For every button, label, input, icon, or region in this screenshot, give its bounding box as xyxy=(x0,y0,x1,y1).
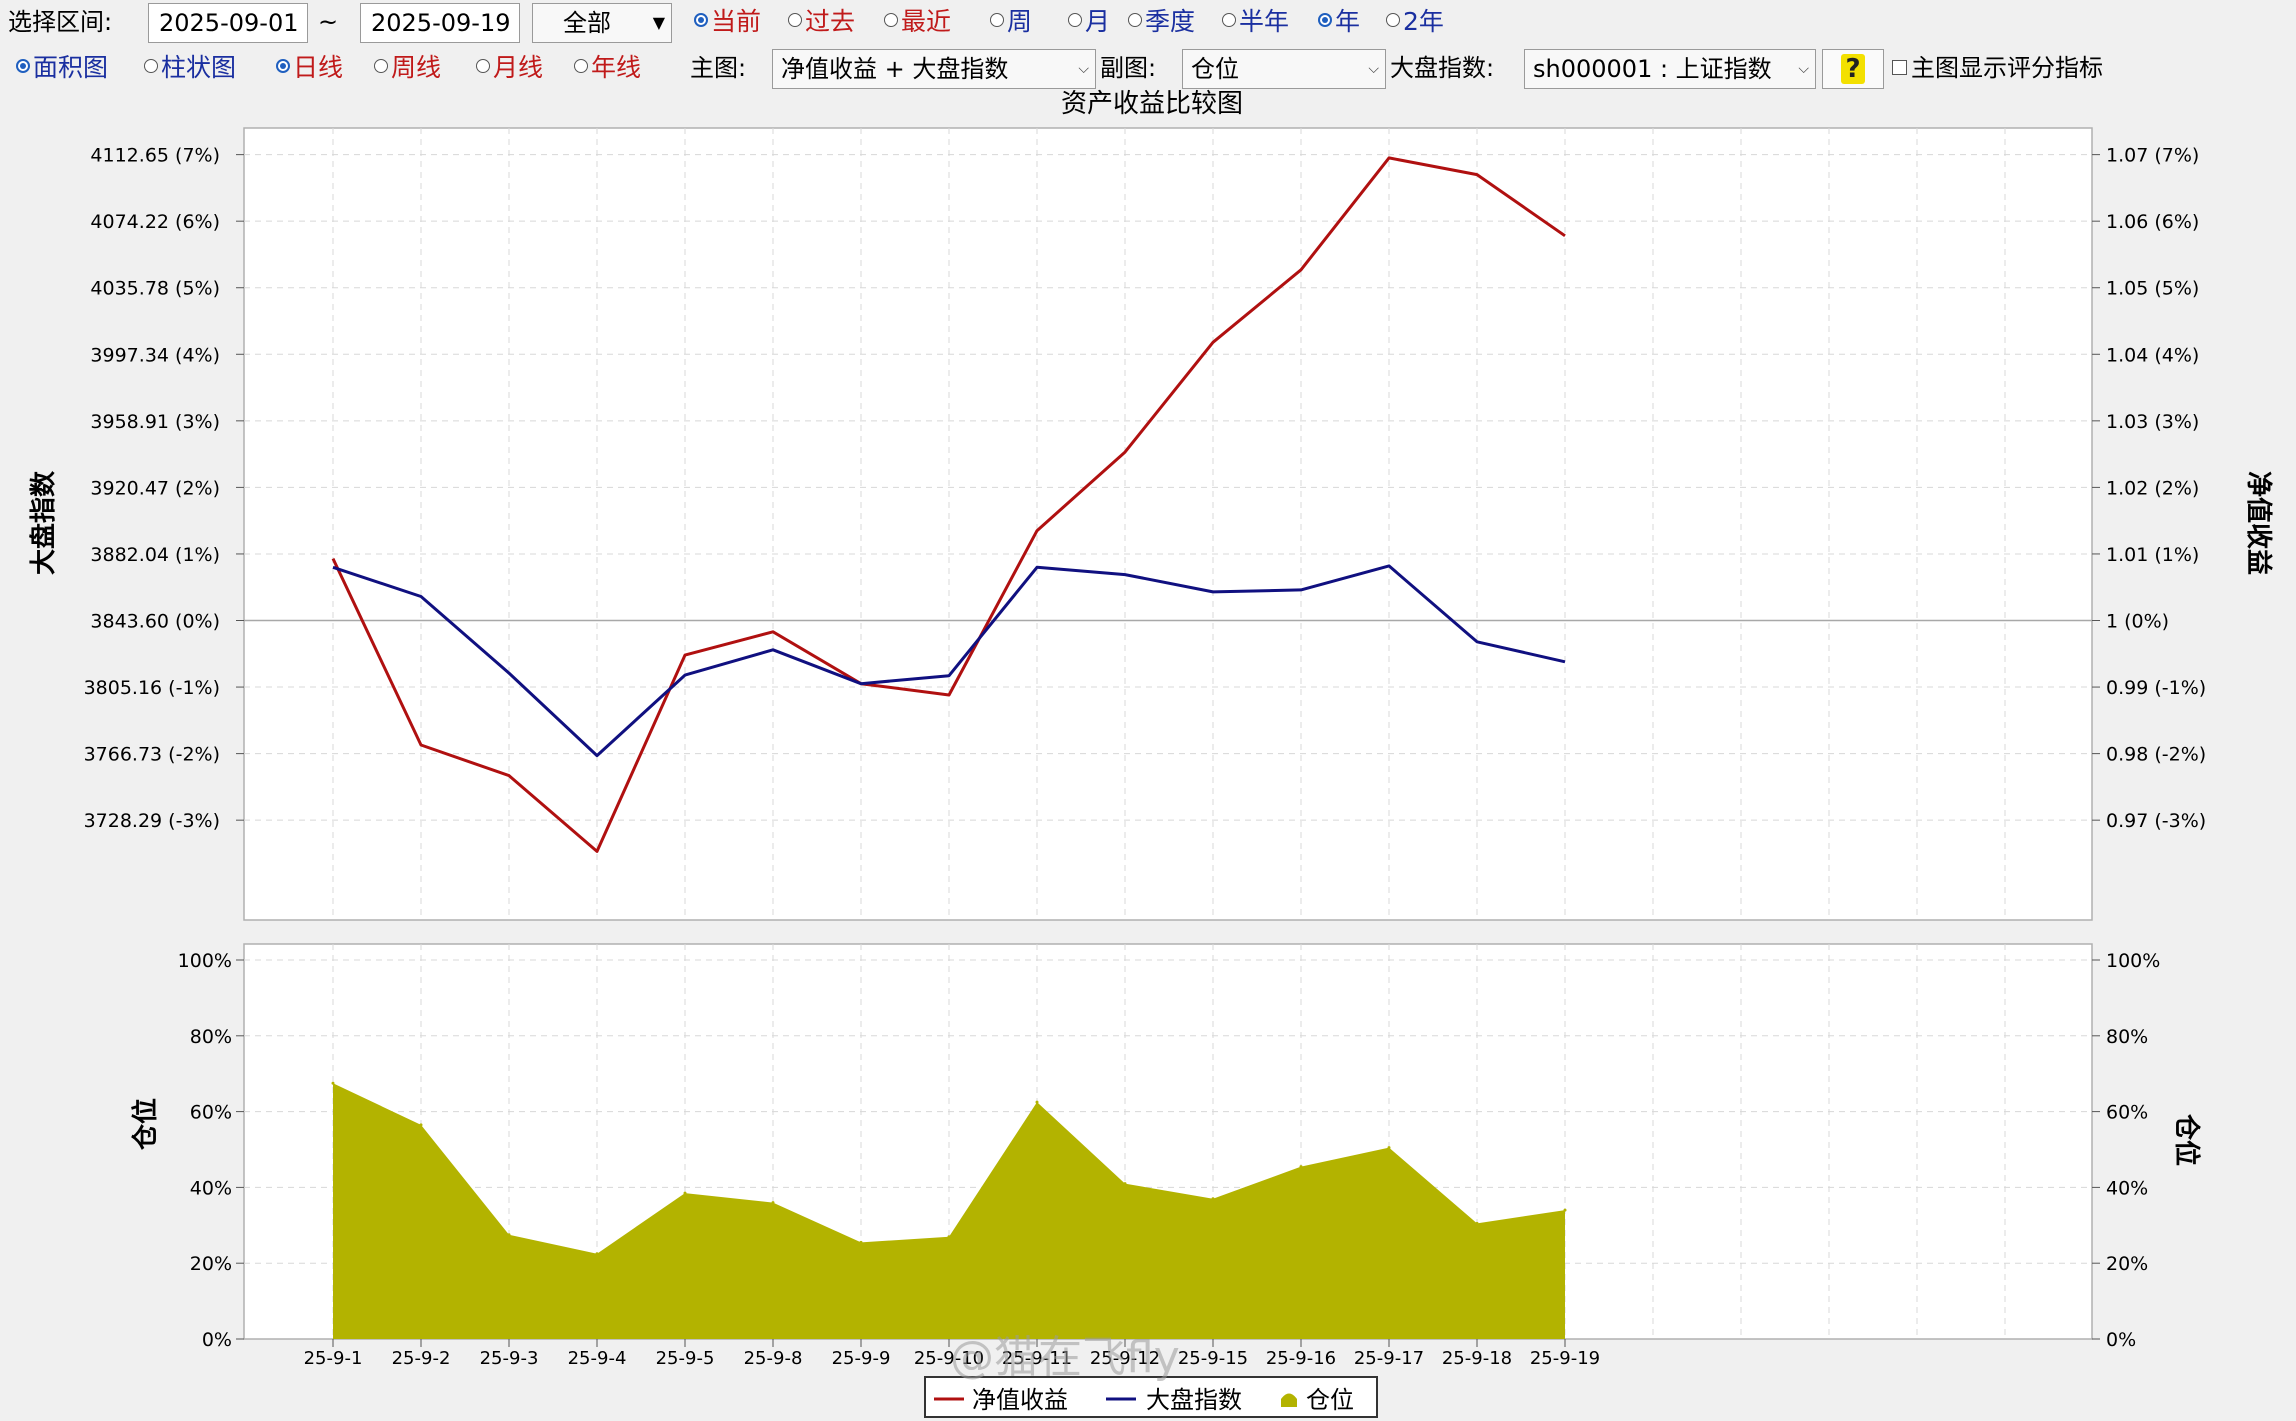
x-tick-label: 25-9-4 xyxy=(568,1348,627,1369)
position-point xyxy=(595,1252,599,1256)
position-point xyxy=(771,1201,775,1205)
position-point xyxy=(331,1081,335,1085)
position-right-tick-label: 60% xyxy=(2106,1102,2148,1124)
main-left-tick-label: 3766.73 (-2%) xyxy=(84,744,220,766)
position-point xyxy=(1387,1146,1391,1150)
main-right-tick-label: 0.99 (-1%) xyxy=(2106,677,2206,699)
main-right-tick-label: 1.05 (5%) xyxy=(2106,278,2199,300)
legend-label-position: 仓位 xyxy=(1306,1386,1354,1414)
x-tick-label: 25-9-5 xyxy=(656,1348,715,1369)
main-left-tick-label: 3882.04 (1%) xyxy=(90,544,220,566)
position-point xyxy=(1563,1208,1567,1212)
x-tick-label: 25-9-3 xyxy=(480,1348,539,1369)
position-point xyxy=(419,1123,423,1127)
x-tick-label: 25-9-18 xyxy=(1442,1348,1512,1369)
position-point xyxy=(1035,1100,1039,1104)
x-tick-label: 25-9-15 xyxy=(1178,1348,1248,1369)
position-left-axis-title: 仓位 xyxy=(130,1098,161,1151)
position-plot-panel: 0% 0% 20% 20% 40% 40% 60% 60% 80% 80% 100% 100% xyxy=(178,943,2160,1351)
position-right-tick-label: 80% xyxy=(2106,1026,2148,1048)
main-left-tick-label: 3728.29 (-3%) xyxy=(84,810,220,832)
x-tick-label: 25-9-9 xyxy=(832,1348,891,1369)
x-tick-label: 25-9-16 xyxy=(1266,1348,1336,1369)
x-tick-label: 25-9-1 xyxy=(304,1348,363,1369)
position-right-tick-label: 100% xyxy=(2106,950,2160,972)
main-right-tick-label: 1.01 (1%) xyxy=(2106,544,2199,566)
position-point xyxy=(507,1233,511,1237)
x-tick-label: 25-9-2 xyxy=(392,1348,451,1369)
main-right-tick-label: 1 (0%) xyxy=(2106,611,2169,633)
main-right-axis-ticks: 1.07 (7%) 1.06 (6%) 1.05 (5%) 1.04 (4%) 1.03… xyxy=(2092,145,2206,832)
main-left-tick-label: 4112.65 (7%) xyxy=(90,145,220,167)
chart-legend: 净值收益 大盘指数 仓位 xyxy=(924,1376,1378,1418)
main-right-tick-label: 1.06 (6%) xyxy=(2106,211,2199,233)
x-tick-label: 25-9-19 xyxy=(1530,1348,1600,1369)
position-left-tick-label: 100% xyxy=(178,950,232,972)
main-right-tick-label: 0.98 (-2%) xyxy=(2106,744,2206,766)
position-point xyxy=(1211,1197,1215,1201)
position-point xyxy=(947,1235,951,1239)
main-left-tick-label: 4074.22 (6%) xyxy=(90,211,220,233)
position-left-tick-label: 0% xyxy=(202,1329,232,1351)
main-plot-area xyxy=(243,127,2093,921)
main-left-tick-label: 3920.47 (2%) xyxy=(90,477,220,499)
position-left-tick-label: 20% xyxy=(190,1253,232,1275)
position-point xyxy=(859,1240,863,1244)
main-left-axis-title: 大盘指数 xyxy=(28,470,59,575)
position-point xyxy=(683,1191,687,1195)
main-right-tick-label: 1.03 (3%) xyxy=(2106,411,2199,433)
main-right-axis-title: 净值收益 xyxy=(2243,471,2273,575)
position-point xyxy=(1123,1182,1127,1186)
x-tick-label: 25-9-17 xyxy=(1354,1348,1424,1369)
asset-return-chart: 资产收益比较图 4112.65 (7%) 4074.22 (6%) 4035.78 … xyxy=(28,89,2273,1418)
position-point xyxy=(1299,1165,1303,1169)
position-right-tick-label: 20% xyxy=(2106,1253,2148,1275)
position-right-tick-label: 0% xyxy=(2106,1329,2136,1351)
position-point xyxy=(1475,1221,1479,1225)
main-plot-panel: 4112.65 (7%) 4074.22 (6%) 4035.78 (5%) 3997… xyxy=(84,127,2206,921)
position-left-tick-label: 40% xyxy=(190,1177,232,1199)
main-left-tick-label: 3958.91 (3%) xyxy=(90,411,220,433)
x-tick-label: 25-9-8 xyxy=(744,1348,803,1369)
position-right-tick-label: 40% xyxy=(2106,1177,2148,1199)
main-right-tick-label: 1.04 (4%) xyxy=(2106,344,2199,366)
legend-label-nav: 净值收益 xyxy=(972,1386,1068,1414)
position-right-axis-title: 仓位 xyxy=(2171,1113,2202,1166)
main-left-axis-ticks: 4112.65 (7%) 4074.22 (6%) 4035.78 (5%) 3997… xyxy=(84,145,244,832)
legend-label-index: 大盘指数 xyxy=(1146,1386,1242,1414)
main-right-tick-label: 1.07 (7%) xyxy=(2106,145,2199,167)
watermark-text: @猫在飞fly xyxy=(950,1332,1180,1383)
main-left-tick-label: 3997.34 (4%) xyxy=(90,344,220,366)
main-left-tick-label: 3805.16 (-1%) xyxy=(84,677,220,699)
chart-title: 资产收益比较图 xyxy=(1061,89,1243,119)
main-right-tick-label: 1.02 (2%) xyxy=(2106,477,2199,499)
main-left-tick-label: 3843.60 (0%) xyxy=(90,611,220,633)
position-left-tick-label: 80% xyxy=(190,1026,232,1048)
main-left-tick-label: 4035.78 (5%) xyxy=(90,278,220,300)
position-left-tick-label: 60% xyxy=(190,1102,232,1124)
main-right-tick-label: 0.97 (-3%) xyxy=(2106,810,2206,832)
